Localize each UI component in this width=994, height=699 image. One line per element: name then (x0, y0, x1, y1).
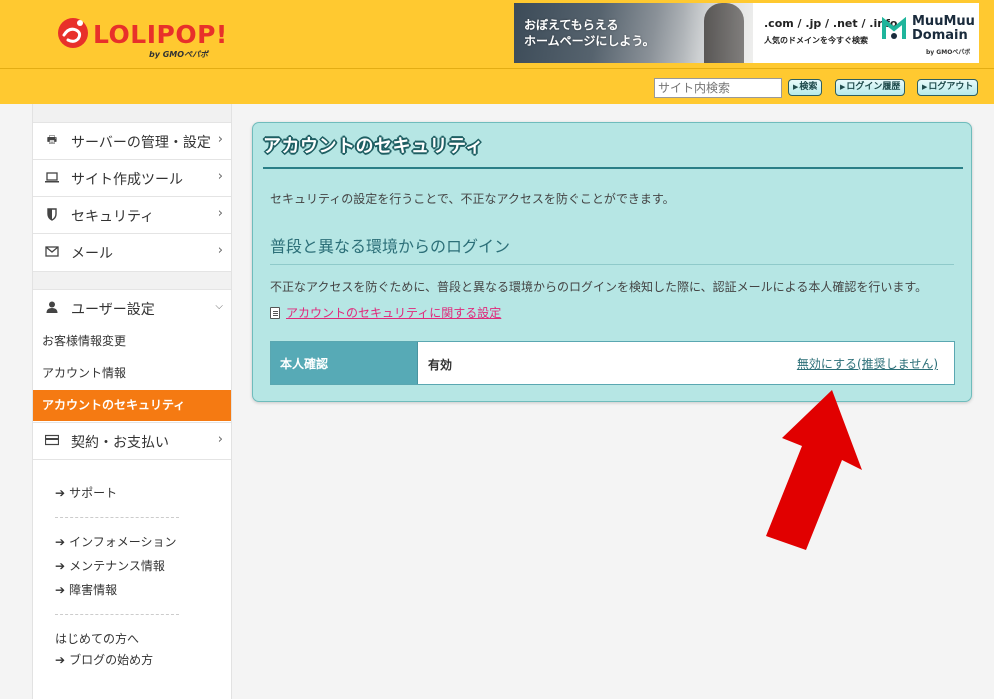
muumuu-logo-icon (882, 17, 906, 39)
login-history-button[interactable]: ▶ログイン履歴 (835, 79, 906, 96)
link-information[interactable]: ➔ インフォメーション (55, 533, 176, 550)
triangle-right-icon: ▶ (840, 83, 846, 91)
arrow-right-icon: ➔ (55, 583, 66, 597)
header: LOLIPOP! by GMOペパボ おぼえてもらえる ホームページにしよう。 … (0, 0, 994, 104)
divider (55, 517, 179, 518)
sidebar-item-mail[interactable]: メール › (33, 233, 231, 270)
lollipop-icon (58, 18, 88, 48)
triangle-right-icon: ▶ (922, 83, 928, 91)
section-divider (270, 264, 954, 265)
link-maintenance[interactable]: ➔ メンテナンス情報 (55, 557, 165, 574)
search-button[interactable]: ▶検索 (788, 79, 823, 96)
title-divider (263, 167, 963, 169)
security-settings-link[interactable]: アカウントのセキュリティに関する設定 (286, 306, 501, 320)
sidebar-sub-customer-info[interactable]: お客様情報変更 (33, 326, 231, 357)
security-settings-link-row: アカウントのセキュリティに関する設定 (270, 304, 501, 321)
server-icon: 🖶 (46, 133, 58, 146)
link-blog-start[interactable]: ➔ ブログの始め方 (55, 651, 153, 668)
muumuu-sub: by GMOペパボ (926, 49, 971, 56)
red-arrow-icon (766, 390, 862, 550)
security-panel: アカウントのセキュリティ セキュリティの設定を行うことで、不正なアクセスを防ぐこ… (252, 122, 972, 402)
chevron-right-icon: › (217, 206, 223, 221)
chevron-right-icon: › (217, 432, 223, 447)
user-icon (45, 300, 59, 314)
logo-sub: by GMOペパボ (149, 50, 209, 59)
status-value: 有効 (428, 358, 453, 372)
section-heading: 普段と異なる環境からのログイン (270, 237, 511, 256)
logout-button[interactable]: ▶ログアウト (917, 79, 979, 96)
header-divider (0, 68, 994, 69)
credit-card-icon (44, 433, 60, 447)
arrow-right-icon: ➔ (55, 559, 66, 573)
triangle-right-icon: ▶ (793, 83, 799, 91)
banner-domains: .com / .jp / .net / .info (764, 17, 898, 30)
chevron-down-icon: ⌵ (215, 301, 223, 312)
disable-link[interactable]: 無効にする(推奨しません) (797, 355, 938, 372)
chevron-right-icon: › (217, 243, 223, 258)
first-time-heading: はじめての方へ (55, 632, 140, 646)
sidebar-sub-account-security[interactable]: アカウントのセキュリティ (33, 390, 231, 421)
muumuu-brand: MuuMuu Domain (912, 14, 975, 43)
laptop-icon (45, 170, 59, 184)
banner-copy: おぼえてもらえる ホームページにしよう。 (524, 18, 655, 48)
sidebar-item-user-settings[interactable]: ユーザー設定 ⌵ (33, 289, 231, 326)
ad-banner[interactable]: おぼえてもらえる ホームページにしよう。 .com / .jp / .net /… (514, 3, 979, 63)
sidebar-item-server[interactable]: 🖶 サーバーの管理・設定 › (33, 122, 231, 159)
identity-verification-table: 本人確認 有効 無効にする(推奨しません) (270, 341, 955, 385)
page-title: アカウントのセキュリティ (263, 136, 484, 157)
divider (55, 614, 179, 615)
sidebar: 🖶 サーバーの管理・設定 › サイト作成ツール › セキュリティ › メール ›… (32, 104, 232, 699)
envelope-icon (45, 244, 59, 258)
site-search-input[interactable] (654, 78, 782, 98)
document-icon (270, 307, 280, 319)
sidebar-item-contract[interactable]: 契約・お支払い › (33, 422, 231, 460)
link-support[interactable]: ➔ サポート (55, 484, 117, 501)
arrow-right-icon: ➔ (55, 653, 66, 667)
chevron-right-icon: › (217, 132, 223, 147)
lolipop-logo[interactable]: LOLIPOP! by GMOペパボ (55, 15, 235, 59)
sidebar-item-security[interactable]: セキュリティ › (33, 196, 231, 233)
intro-text: セキュリティの設定を行うことで、不正なアクセスを防ぐことができます。 (270, 192, 675, 206)
table-header-identity: 本人確認 (271, 342, 418, 384)
link-outage[interactable]: ➔ 障害情報 (55, 581, 117, 598)
arrow-right-icon: ➔ (55, 535, 66, 549)
arrow-right-icon: ➔ (55, 486, 66, 500)
chevron-right-icon: › (217, 169, 223, 184)
sidebar-sub-account-info[interactable]: アカウント情報 (33, 358, 231, 389)
sidebar-item-site-tools[interactable]: サイト作成ツール › (33, 159, 231, 196)
shield-icon (45, 207, 59, 221)
banner-tagline: 人気のドメインを今すぐ検索 (764, 36, 868, 45)
logo-text: LOLIPOP! (93, 20, 228, 49)
section-description: 不正なアクセスを防ぐために、普段と異なる環境からのログインを検知した際に、認証メ… (270, 280, 928, 294)
